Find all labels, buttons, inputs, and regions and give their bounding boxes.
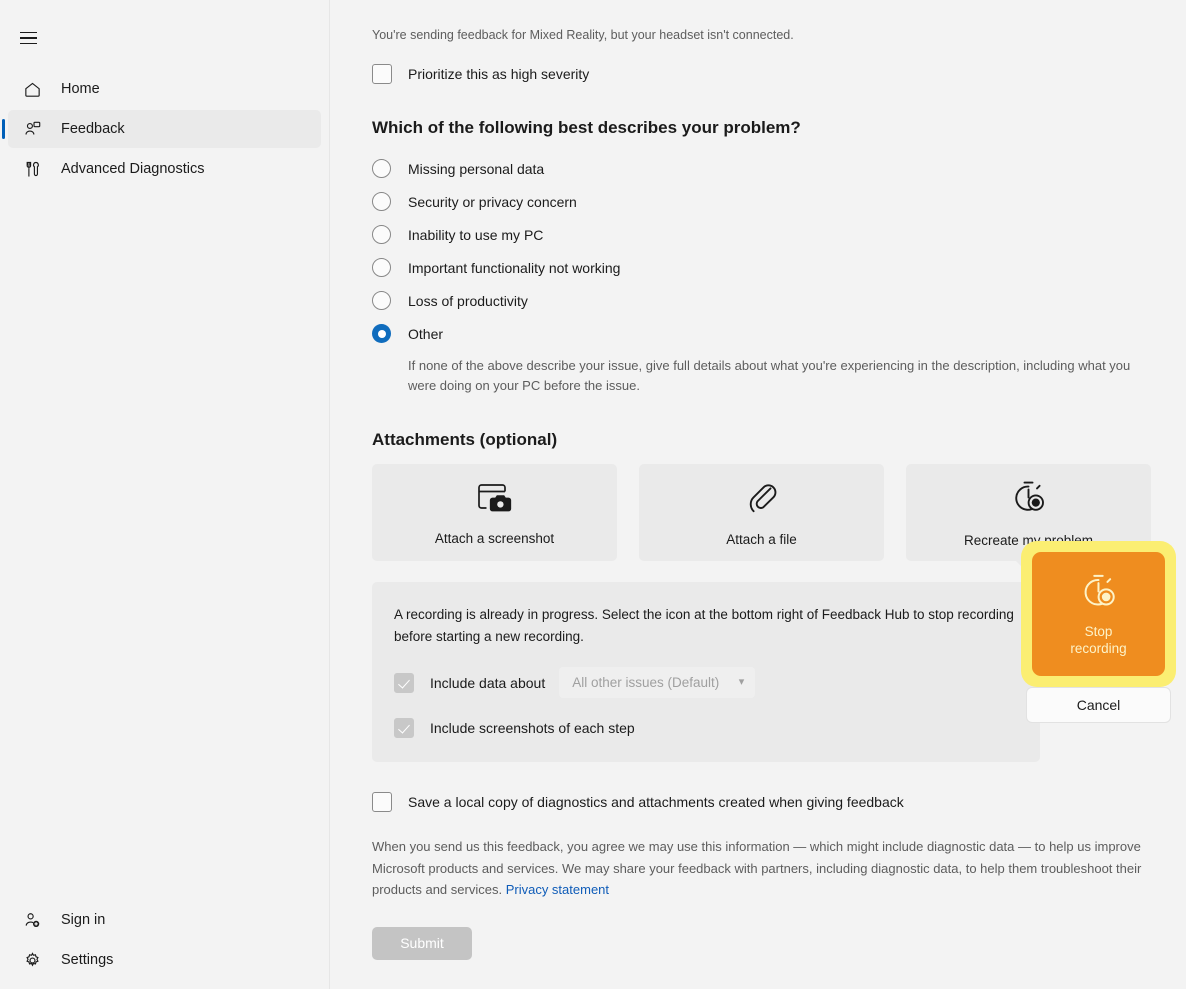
add-person-icon	[20, 908, 44, 932]
feedback-icon	[20, 117, 44, 141]
stop-recording-label: Stop recording	[1070, 623, 1126, 658]
sidebar-item-label: Home	[61, 81, 100, 97]
screenshot-camera-icon	[475, 480, 515, 517]
stop-recording-button[interactable]: Stop recording	[1032, 552, 1165, 676]
save-local-copy-row[interactable]: Save a local copy of diagnostics and att…	[372, 792, 1156, 813]
sidebar-item-feedback[interactable]: Feedback	[2, 110, 321, 148]
radio-icon[interactable]	[372, 159, 391, 178]
include-screenshots-checkbox[interactable]	[394, 718, 414, 739]
main-content: You're sending feedback for Mixed Realit…	[330, 0, 1186, 989]
legal-text: When you send us this feedback, you agre…	[372, 836, 1156, 900]
attach-file-label: Attach a file	[726, 531, 797, 547]
include-data-dropdown[interactable]: All other issues (Default) ▾	[559, 667, 756, 699]
problem-radio-group: Missing personal data Security or privac…	[364, 152, 1156, 396]
stop-label-line2: recording	[1070, 641, 1127, 656]
radio-option-missing-personal-data[interactable]: Missing personal data	[372, 152, 1156, 185]
include-screenshots-row: Include screenshots of each step	[394, 718, 1018, 739]
hamburger-bar	[19, 31, 37, 34]
headset-note: You're sending feedback for Mixed Realit…	[372, 28, 794, 42]
recording-message: A recording is already in progress. Sele…	[394, 607, 1014, 644]
radio-label: Security or privacy concern	[408, 193, 577, 210]
include-data-checkbox[interactable]	[394, 672, 414, 693]
attach-file-button[interactable]: Attach a file	[639, 464, 884, 562]
attach-screenshot-label: Attach a screenshot	[434, 530, 555, 546]
radio-option-loss-of-productivity[interactable]: Loss of productivity	[372, 284, 1156, 317]
sidebar: Home Feedback Advanced Diagnostics Sign …	[0, 0, 330, 989]
radio-icon[interactable]	[372, 291, 391, 310]
recording-panel: A recording is already in progress. Sele…	[372, 582, 1040, 763]
sidebar-nav: Home Feedback Advanced Diagnostics	[0, 68, 329, 190]
hamburger-bar	[19, 37, 37, 39]
chevron-down-icon: ▾	[738, 676, 745, 689]
tools-icon	[20, 157, 44, 181]
radio-label: Loss of productivity	[408, 292, 528, 309]
sidebar-item-sign-in[interactable]: Sign in	[8, 901, 321, 939]
sidebar-item-home[interactable]: Home	[8, 70, 321, 108]
radio-icon[interactable]	[372, 192, 391, 211]
radio-option-inability-to-use-pc[interactable]: Inability to use my PC	[372, 218, 1156, 251]
sidebar-item-label: Advanced Diagnostics	[61, 161, 205, 177]
privacy-statement-link[interactable]: Privacy statement	[506, 882, 609, 897]
hamburger-icon[interactable]	[8, 20, 48, 56]
save-local-copy-label: Save a local copy of diagnostics and att…	[408, 794, 904, 811]
prioritize-checkbox-label: Prioritize this as high severity	[408, 66, 590, 82]
stop-label-line1: Stop	[1084, 623, 1113, 639]
stop-recording-callout: Stop recording Cancel	[1021, 541, 1176, 723]
submit-button[interactable]: Submit	[372, 926, 472, 960]
prioritize-checkbox[interactable]	[372, 64, 392, 84]
gear-icon	[20, 948, 44, 972]
radio-option-functionality-not-working[interactable]: Important functionality not working	[372, 251, 1156, 284]
include-data-row: Include data about All other issues (Def…	[394, 667, 1018, 699]
radio-label: Important functionality not working	[408, 259, 621, 276]
problem-heading: Which of the following best describes yo…	[372, 118, 801, 137]
cancel-button[interactable]: Cancel	[1026, 687, 1171, 723]
radio-option-security-privacy[interactable]: Security or privacy concern	[372, 185, 1156, 218]
stopwatch-record-icon	[1010, 478, 1048, 519]
stopwatch-record-icon	[1079, 571, 1119, 614]
app-window: Home Feedback Advanced Diagnostics Sign …	[0, 0, 1186, 989]
priority-checkbox-row[interactable]: Prioritize this as high severity	[372, 64, 1156, 84]
stop-recording-highlight: Stop recording	[1021, 541, 1176, 687]
include-data-label: Include data about	[430, 674, 546, 691]
include-screenshots-label: Include screenshots of each step	[430, 720, 635, 737]
radio-icon[interactable]	[372, 225, 391, 244]
radio-option-other[interactable]: Other	[372, 317, 1156, 350]
sidebar-item-label: Feedback	[61, 121, 125, 137]
hamburger-bar	[19, 42, 37, 45]
radio-label: Inability to use my PC	[408, 226, 544, 243]
save-local-copy-checkbox[interactable]	[372, 792, 392, 813]
legal-paragraph: When you send us this feedback, you agre…	[372, 839, 1142, 898]
attachments-heading: Attachments (optional)	[372, 430, 558, 450]
sidebar-item-settings[interactable]: Settings	[8, 941, 321, 979]
sidebar-item-label: Sign in	[61, 912, 106, 928]
paperclip-icon	[745, 479, 779, 518]
radio-label: Other	[408, 325, 444, 342]
attach-screenshot-button[interactable]: Attach a screenshot	[372, 464, 617, 562]
dropdown-selected-value: All other issues (Default)	[572, 675, 720, 691]
sidebar-item-advanced-diagnostics[interactable]: Advanced Diagnostics	[8, 150, 321, 188]
sidebar-item-label: Settings	[61, 952, 114, 968]
radio-icon-selected[interactable]	[372, 324, 391, 343]
radio-label: Missing personal data	[408, 160, 545, 177]
home-icon	[20, 77, 44, 101]
radio-icon[interactable]	[372, 258, 391, 277]
other-option-help-text: If none of the above describe your issue…	[408, 358, 1131, 394]
sidebar-bottom-nav: Sign in Settings	[0, 899, 329, 989]
